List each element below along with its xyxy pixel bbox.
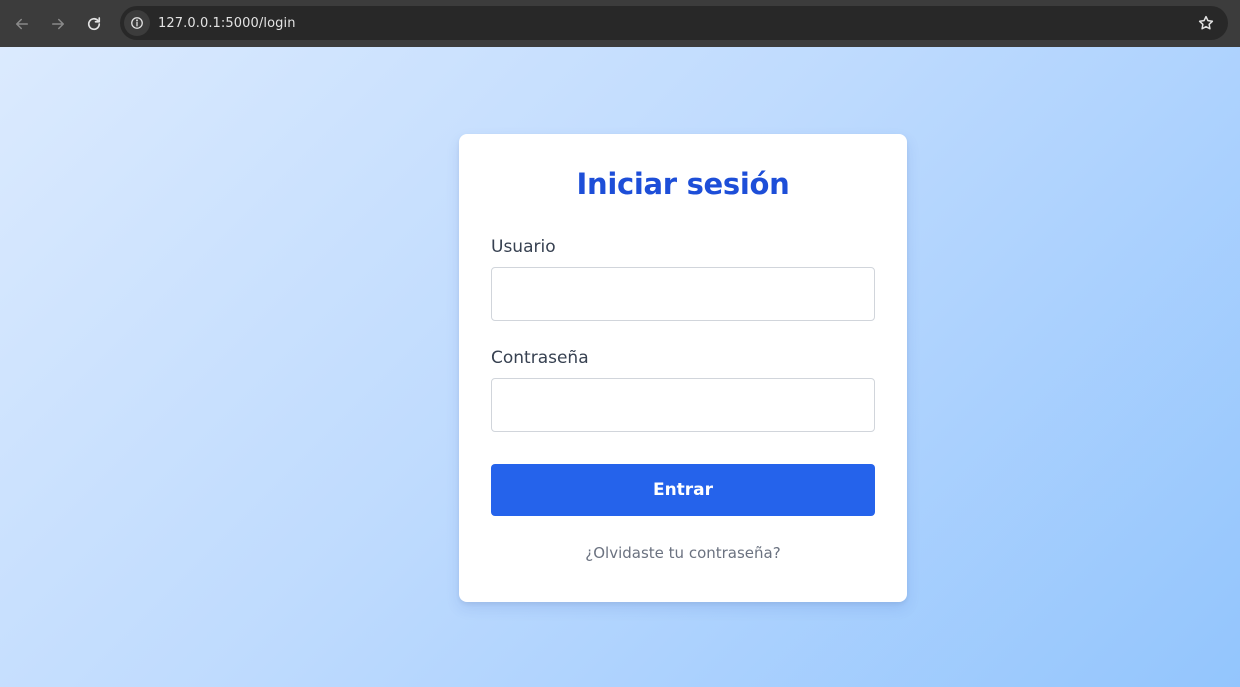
forgot-password-link[interactable]: ¿Olvidaste tu contraseña? [491, 544, 875, 562]
bookmark-button[interactable] [1196, 13, 1216, 33]
reload-icon [87, 16, 101, 30]
page-viewport: Iniciar sesión Usuario Contraseña Entrar… [0, 47, 1240, 687]
arrow-left-icon [16, 18, 28, 29]
page-title: Iniciar sesión [576, 167, 790, 201]
star-icon [1198, 15, 1214, 30]
browser-toolbar: 127.0.0.1:5000/login [0, 0, 1240, 47]
reload-button[interactable] [76, 6, 112, 42]
username-input[interactable] [491, 267, 875, 321]
forward-button[interactable] [40, 6, 76, 42]
login-card: Iniciar sesión Usuario Contraseña Entrar… [459, 134, 907, 602]
url-text[interactable]: 127.0.0.1:5000/login [158, 16, 296, 31]
info-icon [131, 17, 143, 29]
address-bar[interactable]: 127.0.0.1:5000/login [120, 6, 1228, 40]
password-label: Contraseña [491, 348, 589, 368]
site-info-button[interactable] [124, 10, 150, 36]
username-label: Usuario [491, 237, 556, 257]
arrow-right-icon [52, 18, 64, 29]
back-button[interactable] [4, 6, 40, 42]
password-input[interactable] [491, 378, 875, 432]
submit-button[interactable]: Entrar [491, 464, 875, 516]
